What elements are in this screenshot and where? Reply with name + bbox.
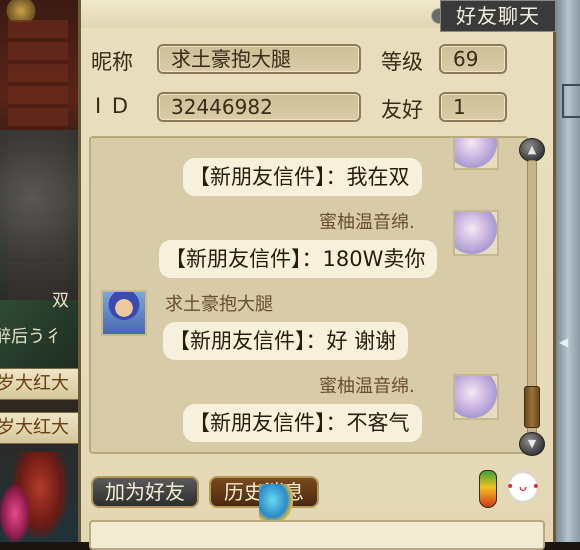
message-sender: 蜜柚温音绵.: [319, 376, 415, 397]
scroll-down-icon[interactable]: ▼: [519, 432, 545, 456]
scene-stone: [0, 130, 80, 300]
friendship-label: 友好: [381, 98, 423, 122]
message-sender: 求土豪抱大腿: [165, 294, 273, 315]
friendship-field: 1: [439, 92, 507, 122]
message-input[interactable]: [89, 520, 545, 550]
message-sender: 蜜柚温音绵.: [319, 212, 415, 233]
right-side-panel: ◀: [556, 0, 580, 542]
panel-notch: [562, 84, 580, 118]
friend-chat-window: 好友聊天 昵称 求土豪抱大腿 等级 69 I D 32446982 友好 1 【…: [78, 0, 556, 550]
chat-bubble: 【新朋友信件】：我在双: [183, 158, 422, 196]
game-scene: 双 醉后う彳 岁大红大 岁大红大: [0, 0, 80, 542]
girl-avatar: [453, 374, 499, 420]
add-friend-button[interactable]: 加为好友: [91, 476, 199, 508]
scene-text-2: 醉后う彳: [0, 327, 62, 347]
chat-bubble: 【新朋友信件】：180W卖你: [159, 240, 438, 278]
level-field: 69: [439, 44, 507, 74]
nickname-field: 求土豪抱大腿: [157, 44, 361, 74]
scroll-thumb[interactable]: [524, 386, 540, 428]
girl-avatar: [453, 210, 499, 256]
mouse-cursor-icon: [259, 484, 293, 524]
scene-character-2: [0, 485, 30, 542]
scroll-up-icon[interactable]: ▲: [519, 138, 545, 162]
collapse-arrow-icon[interactable]: ◀: [559, 335, 568, 349]
boy-avatar: [101, 290, 147, 336]
girl-avatar: [453, 138, 499, 170]
emoticon-icon[interactable]: • ᴗ •: [505, 470, 541, 504]
level-label: 等级: [381, 50, 423, 74]
chat-history[interactable]: 【新朋友信件】：我在双 蜜柚温音绵. 【新朋友信件】：180W卖你 求土豪抱大腿…: [89, 136, 529, 454]
id-label: I D: [95, 94, 131, 118]
nickname-label: 昵称: [91, 50, 133, 74]
scene-name-label-1: 岁大红大: [0, 368, 80, 400]
scene-name-label-2: 岁大红大: [0, 412, 80, 444]
ornament-knot-icon: [4, 0, 38, 22]
id-field: 32446982: [157, 92, 361, 122]
chat-bubble: 【新朋友信件】：好 谢谢: [163, 322, 409, 360]
chat-bubble: 【新朋友信件】：不客气: [183, 404, 422, 442]
gourd-icon[interactable]: [479, 470, 497, 508]
title-bar[interactable]: 好友聊天: [81, 0, 556, 32]
chat-scrollbar[interactable]: ▲ ▼: [519, 138, 545, 456]
scene-text-1: 双: [52, 291, 69, 311]
window-title: 好友聊天: [440, 0, 556, 32]
